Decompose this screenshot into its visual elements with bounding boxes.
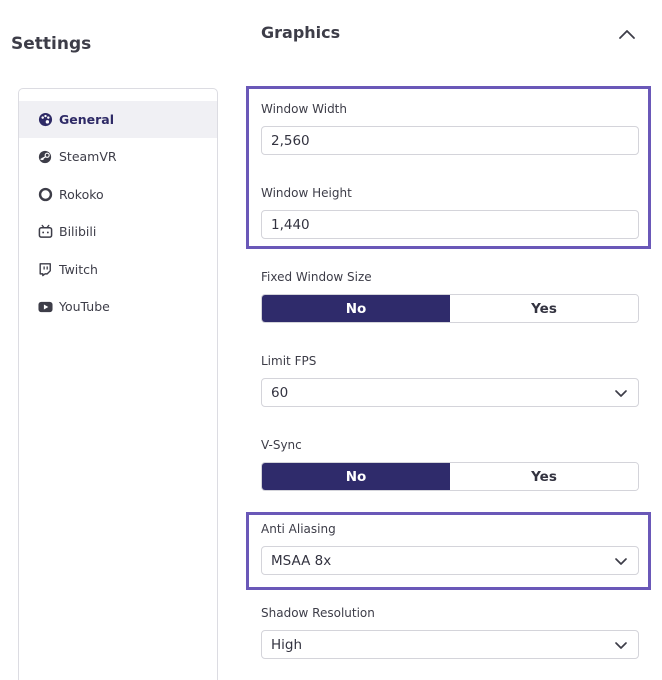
shadow-resolution-label: Shadow Resolution xyxy=(261,606,375,620)
window-width-label: Window Width xyxy=(261,102,347,116)
chevron-down-icon xyxy=(615,557,627,565)
fixed-window-size-no-option[interactable]: No xyxy=(262,295,450,322)
chevron-up-icon[interactable] xyxy=(617,26,637,40)
vsync-yes-option[interactable]: Yes xyxy=(450,463,638,490)
fixed-window-size-toggle: No Yes xyxy=(261,294,639,323)
vsync-no-option[interactable]: No xyxy=(262,463,450,490)
shadow-resolution-select[interactable]: High xyxy=(261,630,639,659)
sidebar-item-label: Bilibili xyxy=(59,224,97,239)
anti-aliasing-value: MSAA 8x xyxy=(271,552,332,569)
sidebar-item-label: General xyxy=(59,112,114,127)
section-title: Graphics xyxy=(261,23,341,42)
twitch-icon xyxy=(37,262,53,278)
window-width-input[interactable] xyxy=(261,126,639,155)
sidebar-item-label: Twitch xyxy=(59,262,98,277)
sidebar-item-label: Rokoko xyxy=(59,187,104,202)
sidebar-item-label: SteamVR xyxy=(59,149,117,164)
youtube-icon xyxy=(37,299,53,315)
palette-icon xyxy=(37,112,53,128)
shadow-resolution-value: High xyxy=(271,636,303,653)
sidebar-item-steamvr[interactable]: SteamVR xyxy=(19,138,217,175)
window-height-input[interactable] xyxy=(261,210,639,239)
chevron-down-icon xyxy=(615,641,627,649)
window-height-label: Window Height xyxy=(261,186,352,200)
settings-title: Settings xyxy=(11,34,92,54)
vsync-label: V-Sync xyxy=(261,438,302,452)
sidebar-item-rokoko[interactable]: Rokoko xyxy=(19,176,217,213)
sidebar-item-youtube[interactable]: YouTube xyxy=(19,288,217,325)
sidebar-item-bilibili[interactable]: Bilibili xyxy=(19,213,217,250)
bilibili-tv-icon xyxy=(37,224,53,240)
sidebar-item-twitch[interactable]: Twitch xyxy=(19,251,217,288)
chevron-down-icon xyxy=(615,389,627,397)
limit-fps-label: Limit FPS xyxy=(261,354,317,368)
anti-aliasing-label: Anti Aliasing xyxy=(261,522,336,536)
steam-icon xyxy=(37,149,53,165)
vsync-toggle: No Yes xyxy=(261,462,639,491)
limit-fps-value: 60 xyxy=(271,384,289,401)
limit-fps-select[interactable]: 60 xyxy=(261,378,639,407)
settings-sidebar: General SteamVR Rokoko Bilibili Twitch Y… xyxy=(18,88,218,680)
ring-icon xyxy=(37,187,53,203)
anti-aliasing-select[interactable]: MSAA 8x xyxy=(261,546,639,575)
fixed-window-size-yes-option[interactable]: Yes xyxy=(450,295,638,322)
sidebar-item-label: YouTube xyxy=(59,299,110,314)
fixed-window-size-label: Fixed Window Size xyxy=(261,270,372,284)
sidebar-item-general[interactable]: General xyxy=(19,101,217,138)
